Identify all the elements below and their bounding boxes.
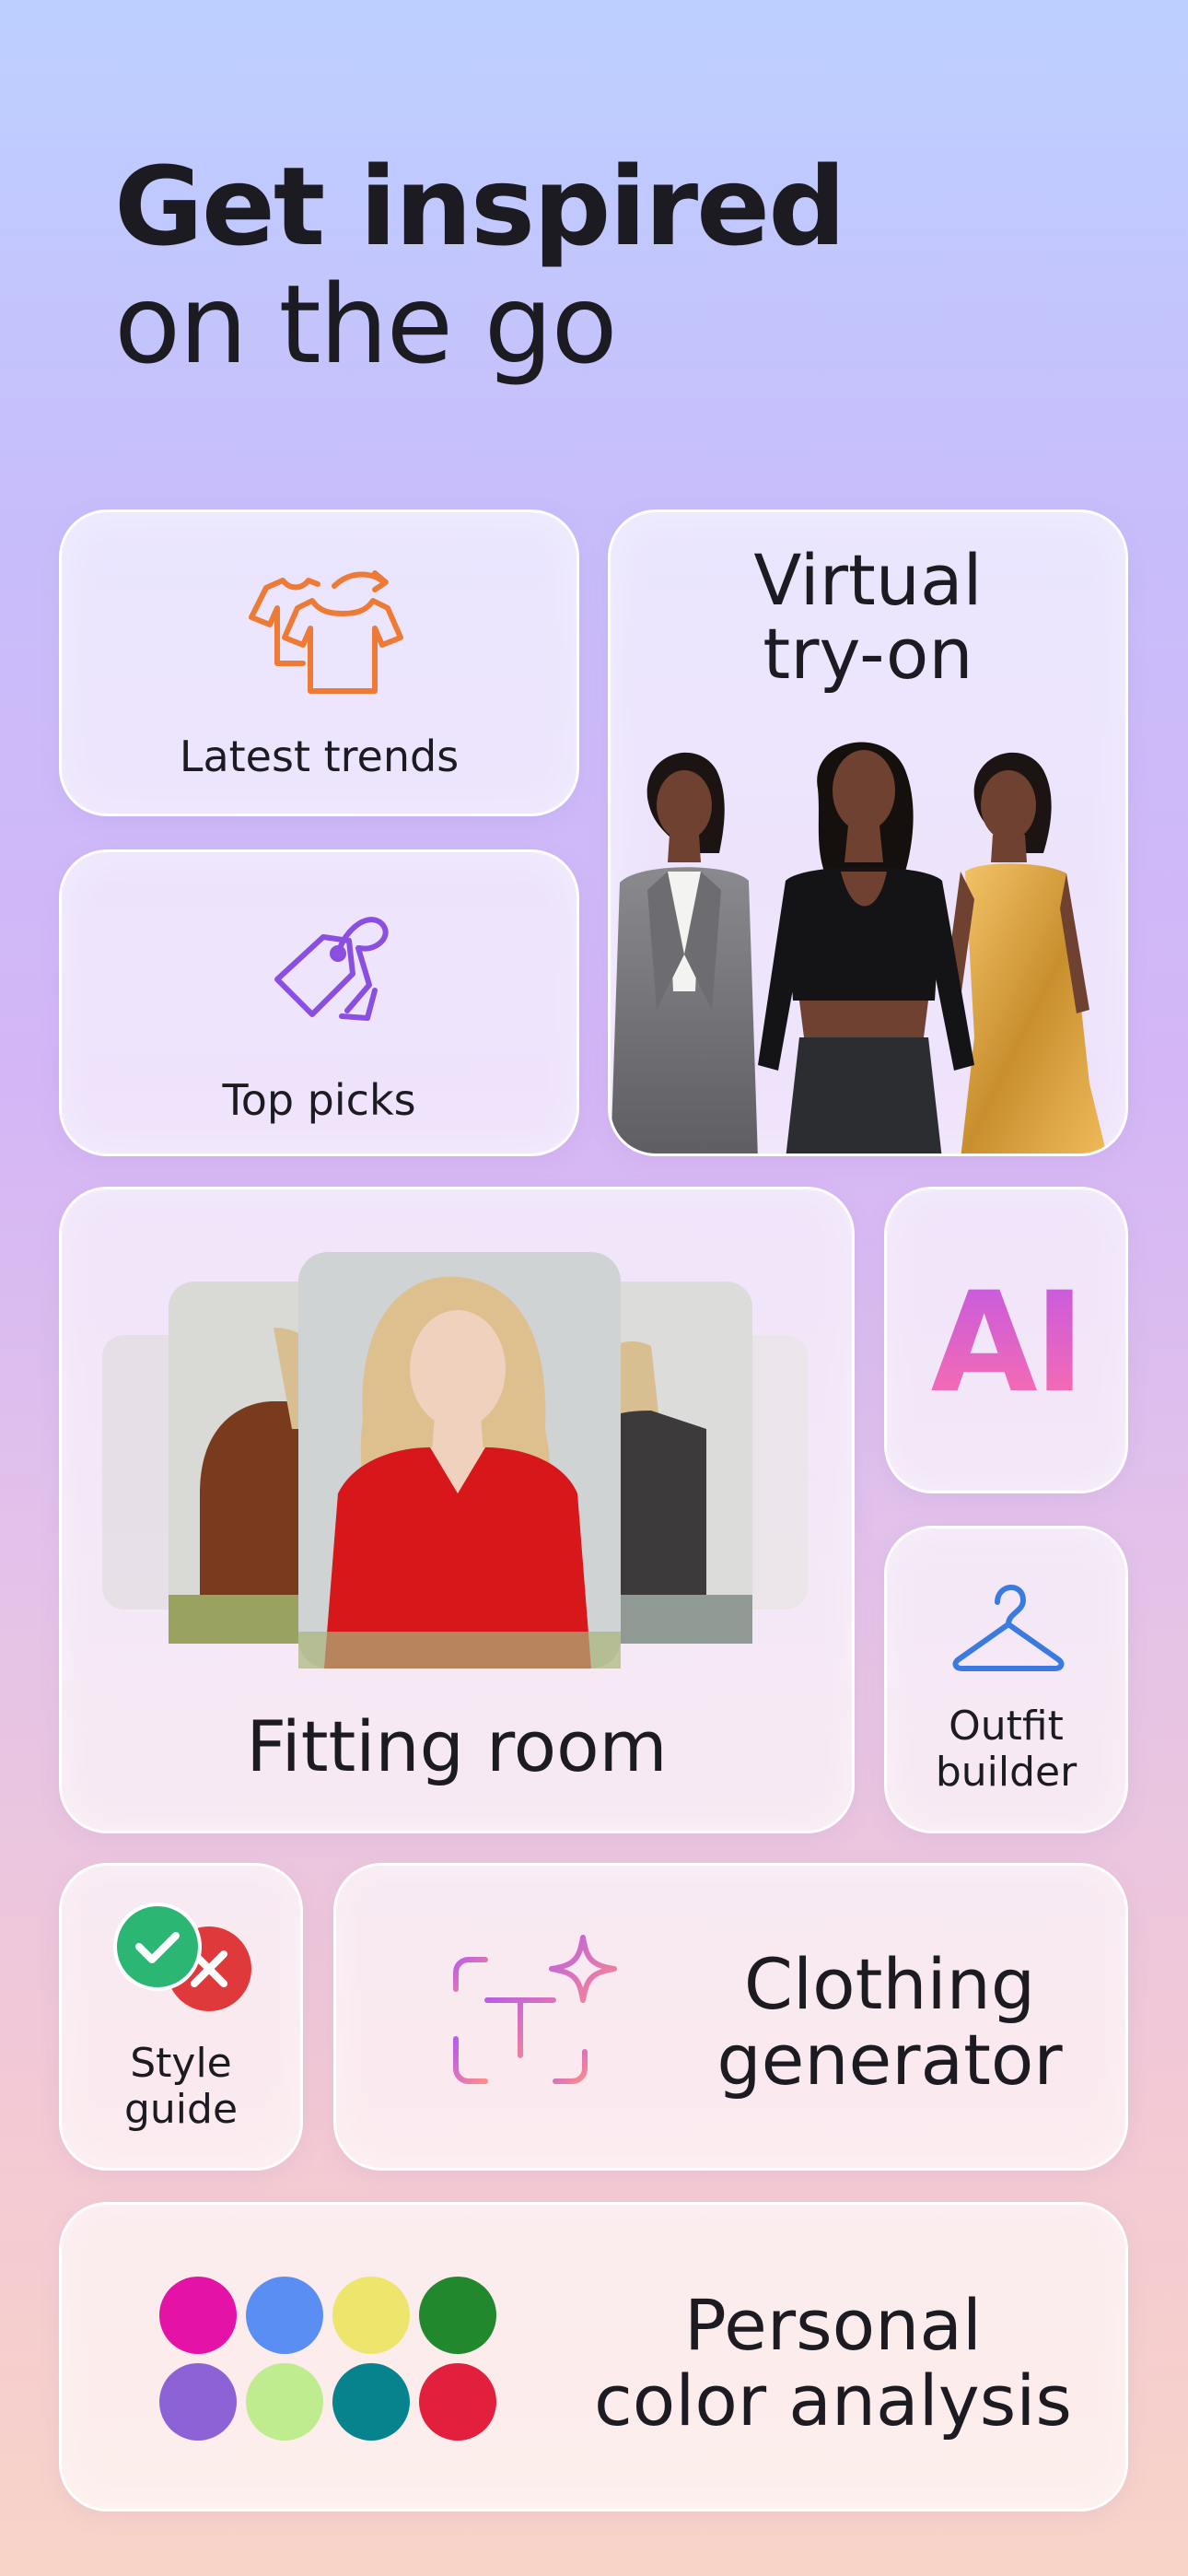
color-swatch [159,2363,237,2441]
check-cross-icon [113,1903,251,2011]
fitting-room-card[interactable]: Fitting room [59,1187,855,1833]
shirts-icon [249,570,403,694]
top-picks-label: Top picks [222,1075,416,1125]
color-analysis-label: Personal color analysis [541,2288,1125,2439]
virtual-tryon-line-2: try-on [763,613,973,695]
clothing-generator-line-1: Clothing [743,1943,1036,2025]
price-tags-icon [274,917,389,1021]
style-guide-line-2: guide [123,2086,239,2133]
clothing-generator-card[interactable]: Clothing generator [333,1863,1128,2171]
virtual-tryon-title: Virtual try-on [611,544,1125,691]
style-guide-card[interactable]: Style guide [59,1863,303,2171]
outfit-carousel [102,1252,808,1669]
color-analysis-line-1: Personal [683,2284,983,2366]
color-swatch [332,2363,410,2441]
outfit-builder-card[interactable]: Outfit builder [884,1526,1128,1833]
outfit-builder-line-1: Outfit [949,1703,1064,1750]
color-swatches [159,2277,500,2446]
color-swatch [332,2277,410,2354]
latest-trends-card[interactable]: Latest trends [59,509,579,816]
clothing-generator-label: Clothing generator [654,1947,1125,2098]
latest-trends-label: Latest trends [179,732,460,781]
color-swatch [246,2363,323,2441]
hanger-icon [952,1585,1065,1671]
clothing-generator-line-2: generator [716,2019,1063,2101]
color-swatch [419,2363,496,2441]
headline-line-1: Get inspired [114,143,846,270]
fitting-room-label: Fitting room [246,1705,668,1787]
outfit-builder-label: Outfit builder [887,1704,1125,1796]
ai-label: AI [887,1263,1125,1423]
ai-card[interactable]: AI [884,1187,1128,1493]
headline-line-2: on the go [114,261,618,388]
color-swatch [246,2277,323,2354]
outfit-builder-line-2: builder [935,1749,1077,1796]
text-sparkle-icon [453,1935,617,2084]
top-picks-card[interactable]: Top picks [59,849,579,1156]
color-swatch [159,2277,237,2354]
color-analysis-line-2: color analysis [593,2359,1072,2441]
color-swatch [419,2277,496,2354]
models-photo [611,742,1107,1153]
color-analysis-card[interactable]: Personal color analysis [59,2202,1128,2512]
style-guide-line-1: Style [130,2040,232,2087]
virtual-tryon-card[interactable]: Virtual try-on [608,509,1128,1156]
virtual-tryon-line-1: Virtual [753,539,983,621]
page-headline: Get inspired on the go [114,143,846,388]
style-guide-label: Style guide [62,2041,300,2133]
